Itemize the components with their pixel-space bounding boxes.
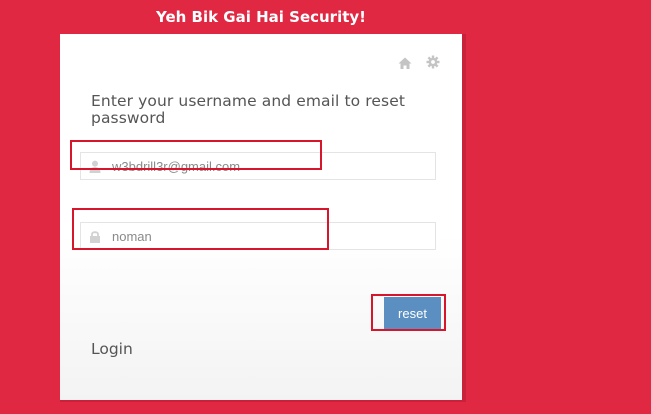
reset-heading: Enter your username and email to reset p… bbox=[91, 92, 406, 127]
reset-button[interactable]: reset bbox=[384, 297, 441, 329]
page-banner-title: Yeh Bik Gai Hai Security! bbox=[155, 8, 367, 26]
email-highlight-box bbox=[70, 140, 322, 170]
gear-icon[interactable] bbox=[426, 55, 440, 69]
reset-password-card: Enter your username and email to reset p… bbox=[60, 34, 466, 402]
login-link[interactable]: Login bbox=[91, 340, 133, 358]
home-icon[interactable] bbox=[398, 56, 412, 70]
username-highlight-box bbox=[72, 208, 329, 250]
